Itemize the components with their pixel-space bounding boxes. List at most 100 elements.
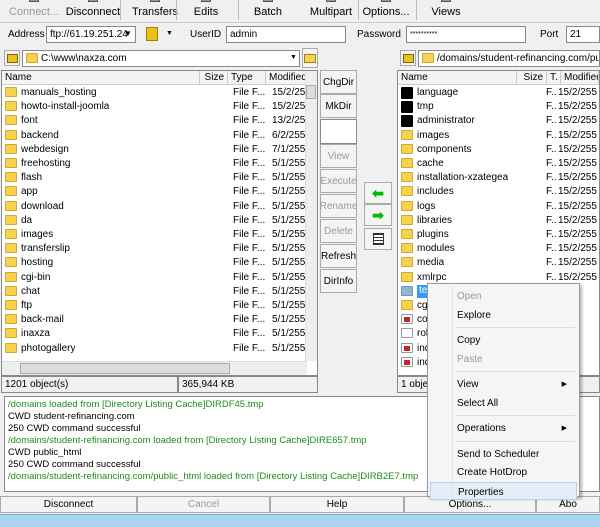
file-modified: 5/1/255 — [272, 342, 306, 354]
folder-icon — [5, 87, 17, 97]
file-row[interactable]: font File F... 13/2/25 — [2, 114, 317, 128]
toolbar-views-button[interactable]: Views — [418, 0, 474, 20]
dirinfo-button[interactable]: DirInfo — [320, 269, 357, 293]
folder-icon — [401, 229, 413, 239]
rename-button[interactable]: Rename — [320, 194, 357, 218]
file-row[interactable]: manuals_hosting File F... 15/2/25 — [2, 86, 317, 100]
file-row[interactable]: chat File F... 5/1/255 — [2, 285, 317, 299]
menu-item-label: Properties — [458, 486, 504, 498]
file-row[interactable]: media F.. 15/2/255 — [398, 256, 599, 270]
file-row[interactable]: modules F.. 15/2/255 — [398, 242, 599, 256]
port-input[interactable] — [566, 26, 600, 43]
vertical-scrollbar[interactable] — [305, 71, 317, 361]
file-type: File F... — [233, 271, 266, 283]
file-modified: 15/2/255 — [558, 271, 597, 283]
toolbar-options-button[interactable]: Options... — [356, 0, 416, 20]
column-header-t[interactable]: T. — [547, 71, 561, 85]
menu-item-label: Select All — [457, 397, 499, 409]
file-row[interactable]: cache F.. 15/2/255 — [398, 157, 599, 171]
file-row[interactable]: ftp File F... 5/1/255 — [2, 299, 317, 313]
column-header-name[interactable]: Name — [398, 71, 517, 85]
toolbar-disconnect-button[interactable]: Disconnect — [62, 0, 124, 20]
execute-button[interactable]: Execute — [320, 169, 357, 193]
password-input[interactable] — [406, 26, 526, 43]
scrollbar-thumb[interactable] — [20, 363, 230, 374]
file-row[interactable]: transferslip File F... 5/1/255 — [2, 242, 317, 256]
scrollbar-thumb[interactable] — [306, 85, 316, 99]
bottom-disconnect-button[interactable]: Disconnect — [0, 496, 137, 513]
view-button[interactable]: View — [320, 144, 357, 168]
column-header-size[interactable]: Size — [200, 71, 228, 85]
column-header-modified[interactable]: Modified — [266, 71, 308, 85]
file-row[interactable]: tmp F.. 15/2/255 — [398, 100, 599, 114]
file-row[interactable]: components F.. 15/2/255 — [398, 143, 599, 157]
column-header-size[interactable]: Size — [517, 71, 547, 85]
delete-button[interactable]: Delete — [320, 219, 357, 243]
toolbar-batch-button[interactable]: Batch — [240, 0, 296, 20]
file-row[interactable]: plugins F.. 15/2/255 — [398, 228, 599, 242]
chevron-down-icon[interactable]: ▼ — [290, 54, 297, 61]
upload-button[interactable]: ➡ — [364, 204, 392, 226]
chevron-down-icon[interactable]: ▼ — [166, 30, 173, 37]
file-row[interactable]: download File F... 5/1/255 — [2, 200, 317, 214]
file-modified: 15/2/255 — [558, 101, 597, 113]
column-header-type[interactable]: Type — [228, 71, 266, 85]
views-icon — [441, 0, 451, 2]
local-file-list[interactable]: Name Size Type Modified manuals_hosting File … — [1, 70, 318, 376]
userid-input[interactable] — [226, 26, 346, 43]
remote-up-dir-button[interactable] — [400, 50, 416, 66]
refresh-button[interactable]: Refresh — [320, 244, 357, 268]
file-row[interactable]: back-mail File F... 5/1/255 — [2, 313, 317, 327]
bottom-cancel-button[interactable]: Cancel — [137, 496, 270, 513]
file-row[interactable]: photogallery File F... 5/1/255 — [2, 342, 317, 356]
folder-icon — [401, 115, 413, 128]
ftp-lock-icon[interactable] — [146, 27, 158, 41]
toolbar-edits-button[interactable]: Edits — [178, 0, 234, 20]
toolbar-connect-button[interactable]: Connect... — [0, 0, 68, 20]
file-row[interactable]: app File F... 5/1/255 — [2, 185, 317, 199]
file-name: transferslip — [21, 243, 70, 255]
file-row[interactable]: cgi-bin File F... 5/1/255 — [2, 271, 317, 285]
file-row[interactable]: installation-xzategea F.. 15/2/255 — [398, 171, 599, 185]
file-row[interactable]: freehosting File F... 5/1/255 — [2, 157, 317, 171]
address-combo[interactable]: ftp://61.19.251.24 — [46, 26, 136, 43]
local-up-dir-button[interactable] — [4, 50, 20, 66]
chgdir-button[interactable]: ChgDir — [320, 70, 357, 94]
file-row[interactable]: logs F.. 15/2/255 — [398, 200, 599, 214]
bottom-help-button[interactable]: Help — [270, 496, 404, 513]
download-button[interactable]: ⬅ — [364, 182, 392, 204]
file-row[interactable]: images File F... 5/1/255 — [2, 228, 317, 242]
file-row[interactable]: howto-install-joomla File F... 15/2/25 — [2, 100, 317, 114]
column-header-modified[interactable]: Modified — [561, 71, 599, 85]
folder-icon — [5, 129, 17, 140]
file-modified: 15/2/255 — [558, 143, 597, 155]
file-row[interactable]: backend File F... 6/2/255 — [2, 129, 317, 143]
file-name: webdesign — [21, 143, 69, 155]
compare-button[interactable] — [364, 228, 392, 250]
file-row[interactable]: da File F... 5/1/255 — [2, 214, 317, 228]
disconnect-icon — [88, 0, 98, 2]
folder-icon — [5, 257, 17, 268]
local-path-combo[interactable]: C:\www\naxza.com — [22, 50, 300, 67]
menu-item-label: Copy — [457, 335, 481, 346]
file-row[interactable]: language F.. 15/2/255 — [398, 86, 599, 100]
file-modified: 15/2/255 — [558, 186, 597, 198]
file-row[interactable]: libraries F.. 15/2/255 — [398, 214, 599, 228]
local-browse-folder-button[interactable] — [302, 48, 318, 68]
file-row[interactable]: includes F.. 15/2/255 — [398, 185, 599, 199]
file-row[interactable]: inaxza File F... 5/1/255 — [2, 327, 317, 341]
file-type: File F... — [233, 186, 266, 198]
file-row[interactable]: images F.. 15/2/255 — [398, 129, 599, 143]
folder-icon — [401, 285, 413, 296]
file-row[interactable]: hosting File F... 5/1/255 — [2, 256, 317, 270]
remote-path-combo[interactable]: /domains/student-refinancing.com/public_ — [418, 50, 600, 67]
file-row[interactable]: administrator F.. 15/2/255 — [398, 114, 599, 128]
file-modified: 5/1/255 — [272, 172, 306, 184]
file-row[interactable]: flash File F... 5/1/255 — [2, 171, 317, 185]
mkdir-button[interactable]: MkDir — [320, 94, 357, 118]
filter-input[interactable] — [320, 119, 357, 144]
file-row[interactable]: webdesign File F... 7/1/255 — [2, 143, 317, 157]
menu-item-label: Open — [457, 291, 482, 302]
chevron-down-icon[interactable]: ▼ — [124, 29, 132, 38]
column-header-name[interactable]: Name — [2, 71, 200, 85]
